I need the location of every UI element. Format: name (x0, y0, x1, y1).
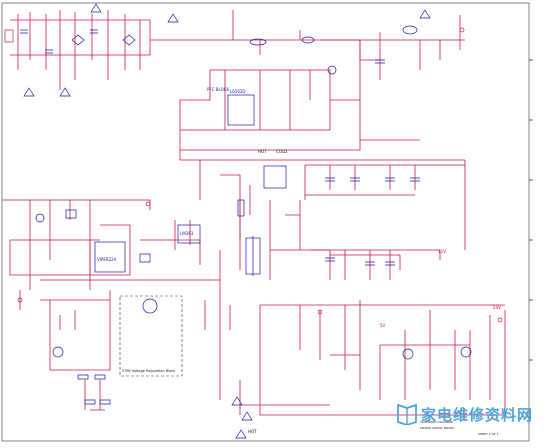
standby-ic-label: VIPER22A (97, 257, 117, 262)
secondary-cap-icon (325, 257, 395, 266)
pfc-inductor-path (320, 39, 380, 61)
standby-block-label: STBY Voltage Regulation Block (122, 369, 176, 373)
cold-top-label: COLD (276, 149, 288, 154)
feedback-ic (263, 165, 287, 189)
cap-bank (329, 165, 416, 190)
standby-bus-2 (9, 239, 100, 276)
left-ground (59, 310, 76, 330)
lower-rail-1 (179, 150, 465, 161)
pfc-control-box (179, 69, 331, 131)
output-5v-label: 5V (380, 323, 386, 328)
hot-top-label: HOT (258, 149, 267, 154)
output-branches (299, 300, 361, 390)
output-inner (330, 344, 470, 400)
standby-mosfet-icon (142, 298, 158, 314)
feedback-loop (285, 200, 301, 250)
output-24v-label: 24V (493, 305, 501, 310)
test-point-icon (459, 27, 465, 33)
ac-input-line (10, 19, 150, 56)
pfc-ic-label: L6562D (230, 89, 246, 94)
title-block-line-3: SHEET 1 OF 1 (478, 432, 499, 436)
bridge-diode-icon (71, 34, 136, 46)
opto-link (19, 290, 111, 310)
standby-driver (140, 220, 201, 265)
transformer-secondary (270, 249, 401, 280)
output-mosfet-2-icon (460, 346, 472, 358)
mid-vertical (204, 300, 231, 400)
drive-transistor-icon (35, 213, 45, 223)
fuse-branch (17, 10, 61, 90)
pfc-sense (224, 70, 311, 130)
standby-ic-box (89, 224, 131, 276)
optocoupler-path (49, 300, 111, 371)
book-logo-icon (397, 403, 417, 425)
pfc-out-link (330, 99, 420, 141)
zener-icon (65, 209, 151, 263)
bulk-cap-icon (325, 177, 420, 182)
hot-bottom-label: HOT (248, 429, 257, 434)
test-point-icon (497, 317, 503, 323)
terminal-icon (77, 374, 111, 405)
output-12v-label: 12V (438, 249, 446, 254)
filter-branch (74, 10, 126, 80)
pfc-feedback (179, 130, 361, 151)
test-point-icon (145, 201, 151, 207)
pfc-section-label: PFC BLOCK (207, 87, 230, 92)
output-diodes (404, 310, 491, 400)
connector-icon (4, 29, 14, 43)
marker-layer (4, 27, 503, 323)
filter-inductor-icon (237, 199, 245, 217)
transformer-primary (239, 200, 271, 280)
optocoupler-icon (52, 346, 64, 358)
schematic-sheet (1, 2, 533, 442)
output-choke-icon (402, 25, 418, 35)
bridge-branch (139, 20, 151, 70)
bottom-rail (260, 304, 505, 320)
standby-block-box (119, 295, 183, 377)
title-block-line-2: POWER SUPPLY BOARD (420, 426, 455, 430)
pfc-drop (232, 10, 301, 55)
output-mosfet-1-icon (402, 348, 414, 360)
standby-rail (2, 199, 151, 210)
watermark-text: 家电维修资料网 (421, 406, 534, 424)
ground-stack (84, 380, 105, 411)
standby-branches (29, 200, 91, 290)
ground-symbol-icon (23, 3, 431, 439)
driver-ic-label: LM393 (180, 231, 194, 236)
pfc-controller-ic (227, 94, 255, 126)
bottom-output-box (259, 305, 506, 416)
bottom-ground-rail (239, 380, 330, 415)
component-layer (20, 3, 472, 439)
